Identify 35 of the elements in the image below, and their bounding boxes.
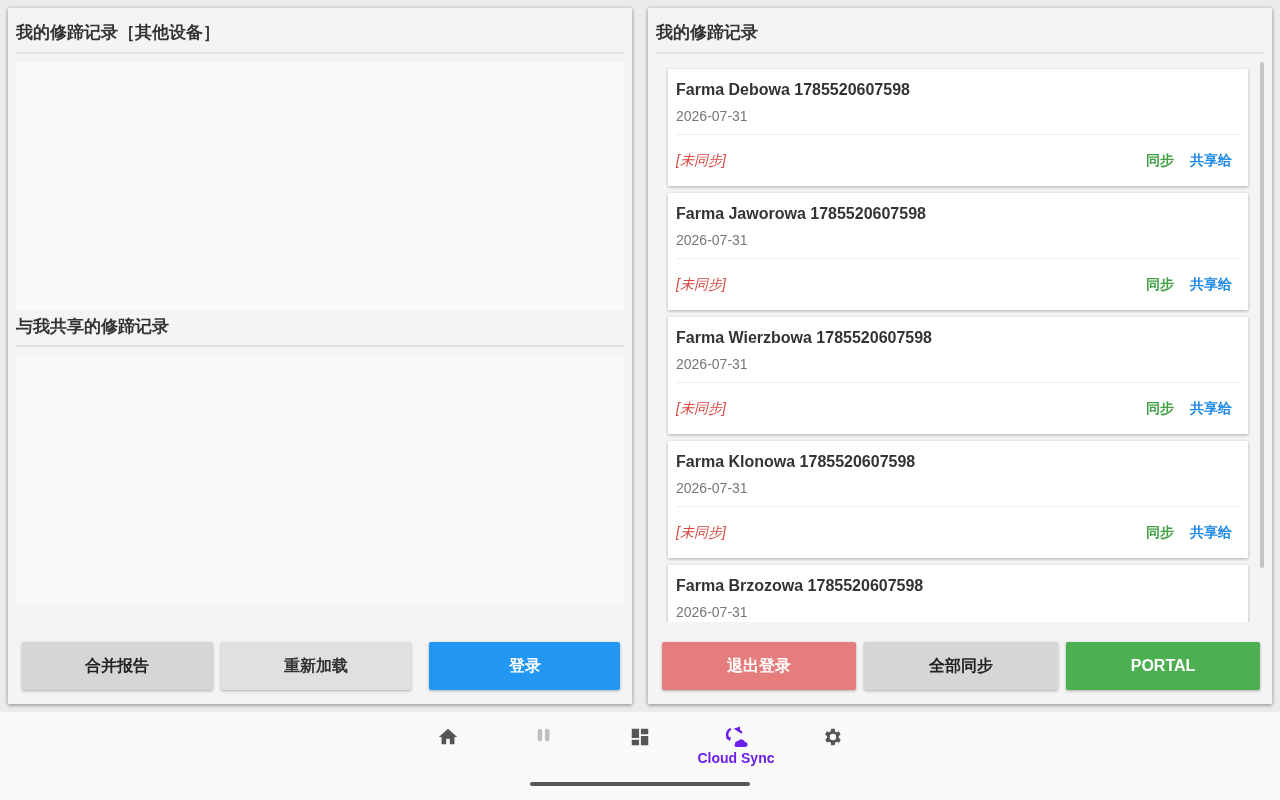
record-title: Farma Debowa 1785520607598: [676, 79, 911, 100]
section-title: 与我共享的修蹄记录: [16, 309, 624, 347]
action-button[interactable]: 全部同步: [864, 642, 1058, 690]
record-date: 2026-07-31: [676, 230, 749, 250]
record-title: Farma Jaworowa 1785520607598: [676, 203, 927, 224]
sync-link[interactable]: 同步: [1138, 521, 1182, 543]
action-button[interactable]: PORTAL: [1066, 642, 1260, 690]
share-link[interactable]: 共享给: [1182, 273, 1240, 295]
cloud-sync-icon: [724, 726, 748, 748]
nav-tab[interactable]: Cloud Sync: [688, 726, 784, 769]
record-date: 2026-07-31: [676, 354, 749, 374]
share-link[interactable]: 共享给: [1182, 397, 1240, 419]
record-title: Farma Brzozowa 1785520607598: [676, 575, 925, 596]
sync-link[interactable]: 同步: [1138, 149, 1182, 171]
scrollbar[interactable]: [1260, 61, 1264, 568]
sync-status: [未同步]: [676, 274, 726, 294]
record-date: 2026-07-31: [676, 478, 749, 498]
action-button[interactable]: 合并报告: [22, 642, 213, 690]
record-title: Farma Klonowa 1785520607598: [676, 451, 917, 472]
sync-status: [未同步]: [676, 398, 726, 418]
action-button[interactable]: 登录: [429, 642, 620, 690]
record-date: 2026-07-31: [676, 106, 749, 126]
share-link[interactable]: 共享给: [1182, 149, 1240, 171]
sync-status: [未同步]: [676, 150, 726, 170]
section-title: 我的修蹄记录: [656, 16, 1264, 54]
sync-link[interactable]: 同步: [1138, 397, 1182, 419]
action-button[interactable]: 重新加载: [220, 642, 412, 690]
action-button[interactable]: 退出登录: [662, 642, 856, 690]
sync-link[interactable]: 同步: [1138, 273, 1182, 295]
section-title: 我的修蹄记录［其他设备］: [16, 16, 624, 54]
record-date: 2026-07-31: [676, 602, 749, 622]
dashboard-icon: [629, 726, 651, 748]
share-link[interactable]: 共享给: [1182, 521, 1240, 543]
sync-status: [未同步]: [676, 522, 726, 542]
record-title: Farma Wierzbowa 1785520607598: [676, 327, 933, 348]
